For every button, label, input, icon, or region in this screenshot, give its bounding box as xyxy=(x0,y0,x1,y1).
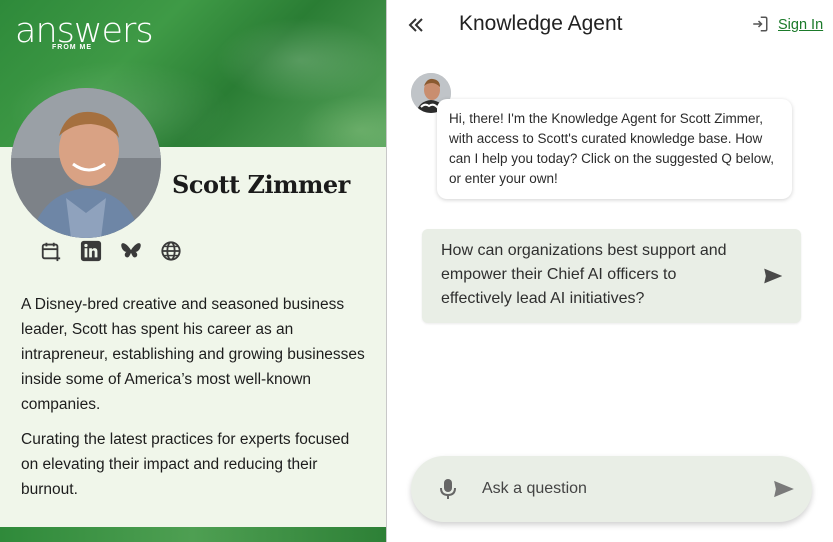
profile-panel: answers FROM ME Scott Zimmer A Disney-br… xyxy=(0,0,386,542)
suggested-question[interactable]: How can organizations best support and e… xyxy=(422,229,801,323)
bio-paragraph: A Disney-bred creative and seasoned busi… xyxy=(21,296,365,413)
microphone-icon[interactable] xyxy=(440,478,456,500)
profile-name: Scott Zimmer xyxy=(172,170,350,199)
globe-icon[interactable] xyxy=(160,240,182,262)
sign-in-link[interactable]: Sign In xyxy=(778,17,823,33)
profile-bio: A Disney-bred creative and seasoned busi… xyxy=(21,292,366,512)
footer-banner xyxy=(0,527,386,542)
bluesky-icon[interactable] xyxy=(120,240,142,262)
agent-message: Hi, there! I'm the Knowledge Agent for S… xyxy=(437,99,792,199)
page-title: Knowledge Agent xyxy=(459,12,623,35)
brand-logo[interactable]: answers FROM ME xyxy=(15,12,154,51)
chat-panel: Knowledge Agent Sign In Hi, there! I'm t… xyxy=(387,0,833,542)
double-chevron-left-icon xyxy=(408,18,423,32)
profile-avatar xyxy=(11,88,161,238)
question-input[interactable] xyxy=(482,476,762,502)
linkedin-icon[interactable] xyxy=(80,240,102,262)
question-composer xyxy=(411,456,812,522)
send-icon[interactable] xyxy=(764,268,783,284)
collapse-panel-button[interactable] xyxy=(405,13,427,37)
logo-sub-text: FROM ME xyxy=(52,44,93,51)
bio-paragraph: Curating the latest practices for expert… xyxy=(21,431,350,498)
calendar-add-icon[interactable] xyxy=(40,240,62,262)
send-icon[interactable] xyxy=(773,480,795,498)
login-icon[interactable] xyxy=(751,15,769,33)
